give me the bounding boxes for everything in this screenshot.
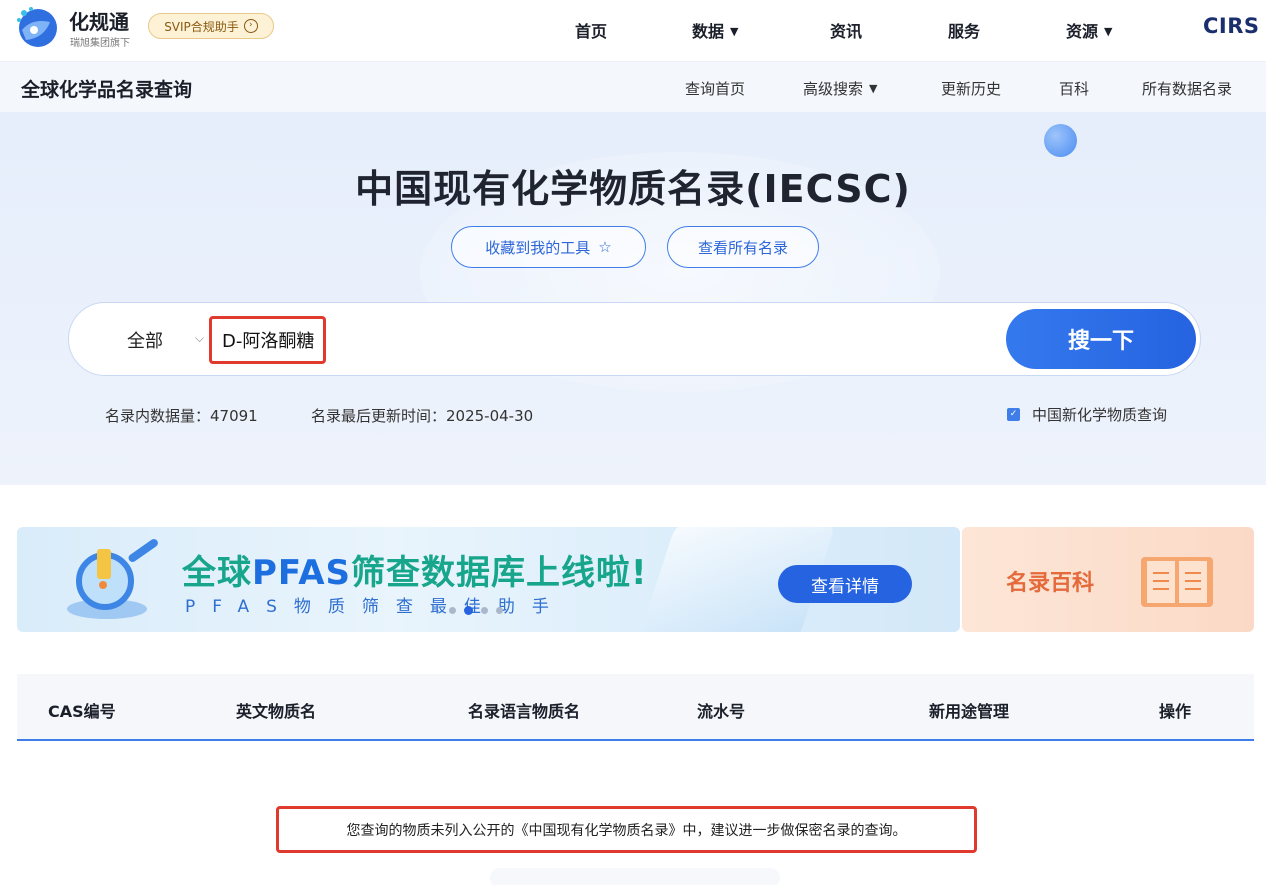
subnav-query-home[interactable]: 查询首页	[685, 78, 745, 99]
svip-button[interactable]: SVIP合规助手 ›	[148, 13, 274, 39]
star-icon: ☆	[598, 238, 612, 256]
wiki-label: 名录百科	[1006, 571, 1095, 596]
search-scope-select[interactable]: 全部	[127, 327, 163, 353]
hero-section: 中国现有化学物质名录(IECSC) 收藏到我的工具 ☆ 查看所有名录 全部 ⌵ …	[0, 112, 1266, 485]
magnifier-illustration-icon	[67, 539, 158, 619]
banner-title: 全球PFAS筛查数据库上线啦!	[182, 553, 648, 593]
nav-resources[interactable]: 资源 ▼	[1066, 18, 1112, 42]
subnav-encyclopedia[interactable]: 百科	[1059, 78, 1089, 99]
view-all-inventories-button[interactable]: 查看所有名录	[667, 226, 819, 268]
subnav-all-inventories[interactable]: 所有数据名录	[1142, 78, 1232, 99]
nav-data[interactable]: 数据 ▼	[692, 18, 738, 42]
logo-subtitle: 瑞旭集团旗下	[70, 38, 130, 49]
subnav-title: 全球化学品名录查询	[21, 79, 193, 101]
chevron-down-icon[interactable]: ⌵	[195, 331, 204, 346]
nav-services[interactable]: 服务	[948, 18, 980, 42]
checkbox-icon[interactable]: ✓	[1007, 408, 1020, 421]
search-button[interactable]: 搜一下	[1006, 309, 1196, 369]
carousel-dot-active[interactable]	[464, 606, 473, 615]
inventory-wiki-card[interactable]: 名录百科	[962, 527, 1254, 632]
carousel-dot[interactable]	[496, 607, 503, 614]
new-chemical-query-link[interactable]: 中国新化学物质查询	[1032, 404, 1167, 425]
inventory-count: 名录内数据量：47091	[105, 407, 258, 425]
cirs-logo[interactable]: CIRS	[1203, 14, 1260, 38]
nav-home[interactable]: 首页	[575, 18, 607, 42]
carousel-dot[interactable]	[449, 607, 456, 614]
decorative-bubble	[1044, 124, 1077, 157]
caret-down-icon: ▼	[730, 25, 739, 38]
subnav-update-history[interactable]: 更新历史	[941, 78, 1001, 99]
view-details-button[interactable]: 查看详情	[778, 565, 912, 603]
book-icon	[1141, 557, 1213, 607]
column-header-actions: 操作	[1159, 702, 1192, 721]
subnav-advanced-search[interactable]: 高级搜索 ▼	[803, 78, 877, 99]
column-header-local-name: 名录语言物质名	[468, 702, 581, 721]
caret-down-icon: ▼	[869, 82, 878, 95]
page-title: 中国现有化学物质名录(IECSC)	[355, 167, 911, 211]
top-nav: 化规通 瑞旭集团旗下 SVIP合规助手 › 首页 数据 ▼ 资讯 服务 资源 ▼ C…	[0, 0, 1266, 62]
favorite-tool-button[interactable]: 收藏到我的工具 ☆	[451, 226, 646, 268]
banner-subtitle: PFAS物质筛查最佳助手	[185, 597, 566, 617]
logo-icon[interactable]	[14, 4, 60, 50]
favorite-label: 收藏到我的工具	[485, 238, 591, 257]
results-table-header: CAS编号 英文物质名 名录语言物质名 流水号 新用途管理 操作	[17, 674, 1254, 741]
caret-down-icon: ▼	[1104, 25, 1113, 38]
carousel-dot[interactable]	[481, 607, 488, 614]
svip-label: SVIP合规助手	[164, 19, 239, 34]
column-header-cas: CAS编号	[48, 702, 116, 721]
pfas-banner[interactable]: 全球PFAS筛查数据库上线啦! PFAS物质筛查最佳助手 查看详情	[17, 527, 960, 632]
logo-title[interactable]: 化规通	[69, 6, 129, 35]
nav-news[interactable]: 资讯	[830, 18, 862, 42]
search-bar: 全部 ⌵ 搜一下	[68, 302, 1201, 376]
arrow-right-icon: ›	[243, 19, 258, 33]
search-input[interactable]	[209, 316, 326, 364]
carousel-indicators	[449, 606, 503, 615]
column-header-english-name: 英文物质名	[236, 702, 317, 721]
column-header-new-use-management: 新用途管理	[929, 702, 1010, 721]
column-header-serial-number: 流水号	[697, 702, 746, 721]
not-found-notice: 您查询的物质未列入公开的《中国现有化学物质名录》中，建议进一步做保密名录的查询。	[276, 806, 977, 853]
footer-placeholder	[490, 868, 780, 885]
sub-nav: 全球化学品名录查询 查询首页 高级搜索 ▼ 更新历史 百科 所有数据名录	[0, 62, 1266, 112]
last-updated: 名录最后更新时间：2025-04-30	[311, 407, 534, 425]
